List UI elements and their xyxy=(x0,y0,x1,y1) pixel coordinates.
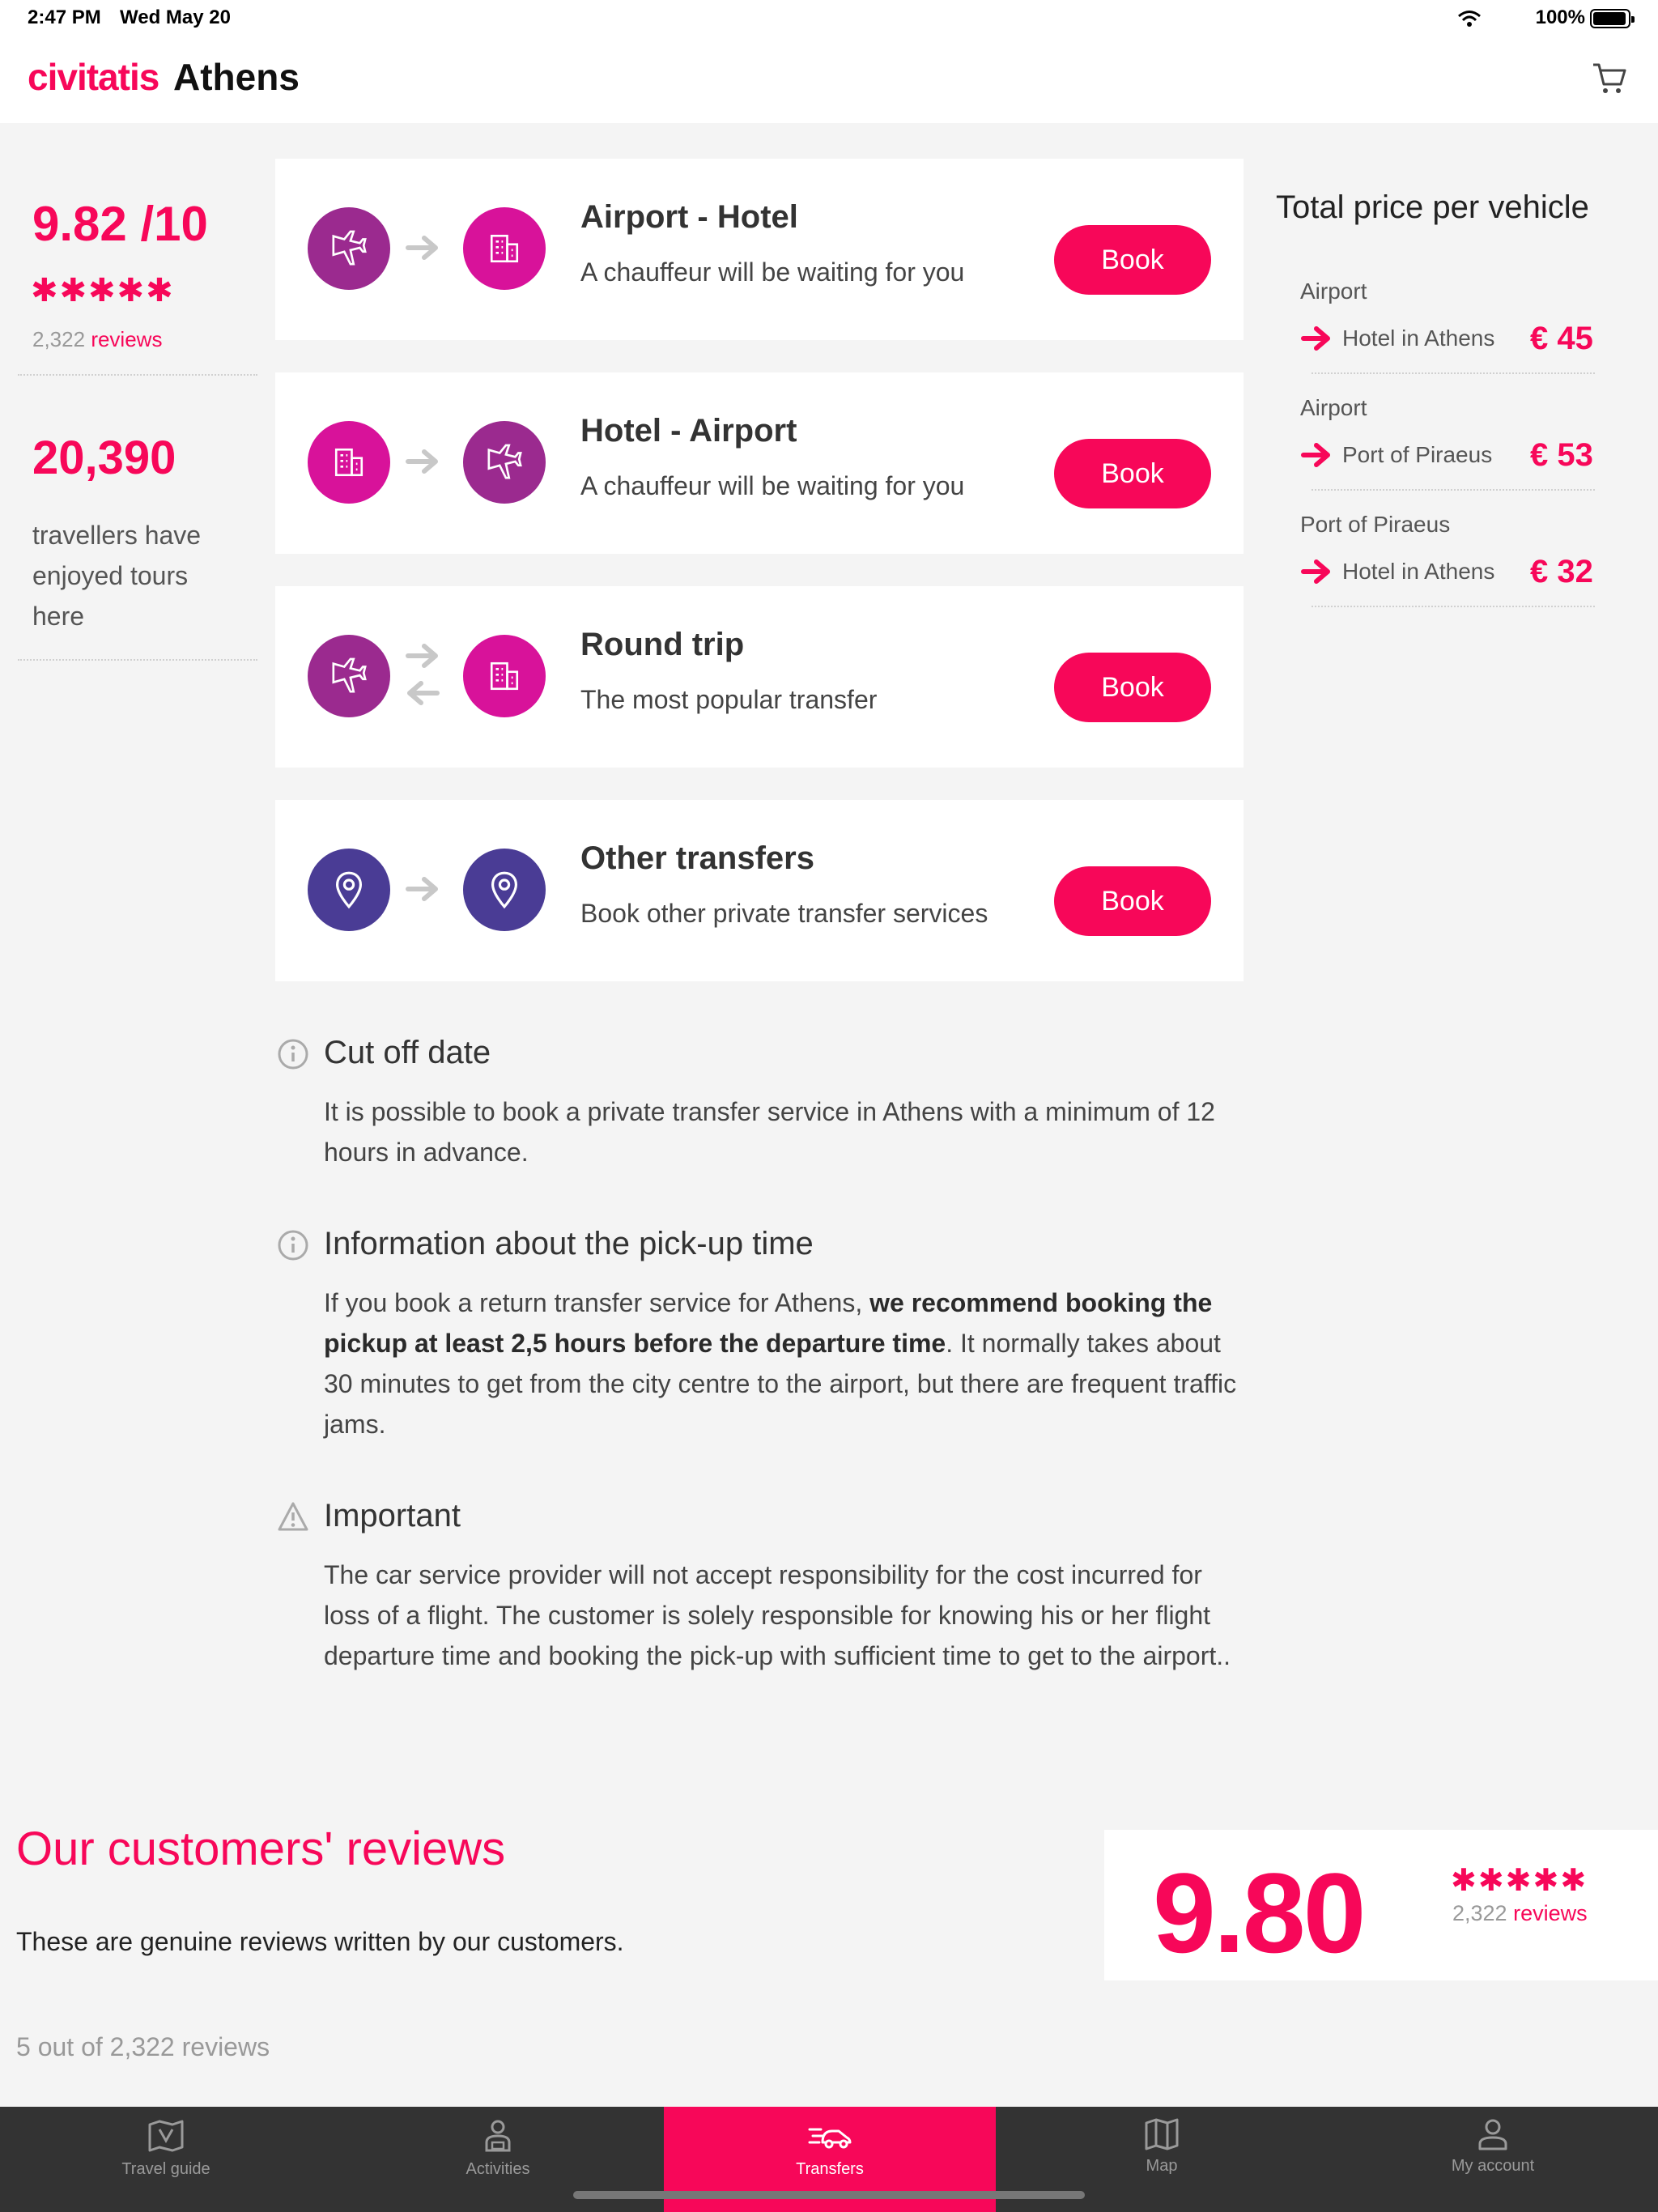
activities-icon xyxy=(485,2120,511,2152)
route-destination: Hotel in Athens xyxy=(1342,559,1495,584)
arrow-right-icon xyxy=(406,877,438,901)
route-to: Port of Piraeus xyxy=(1300,440,1492,470)
reviews-link[interactable]: reviews xyxy=(91,327,162,351)
card-subtitle: A chauffeur will be waiting for you xyxy=(580,471,965,500)
info-icon xyxy=(278,1230,308,1261)
building-icon xyxy=(463,207,546,290)
divider xyxy=(18,659,257,661)
status-time: 2:47 PM xyxy=(28,6,101,28)
rating-score: 9.82 /10 xyxy=(32,197,208,251)
card-subtitle: The most popular transfer xyxy=(580,685,878,714)
map-icon xyxy=(1145,2118,1179,2150)
battery-icon xyxy=(1590,9,1635,28)
reviews-count-number: 2,322 xyxy=(32,327,86,351)
card-title: Other transfers xyxy=(580,840,814,876)
arrow-right-icon xyxy=(406,236,438,260)
price-panel-title: Total price per vehicle xyxy=(1276,189,1589,225)
pickup-text-part: If you book a return transfer service fo… xyxy=(324,1288,870,1317)
important-text: The car service provider will not accept… xyxy=(324,1560,1231,1670)
book-button-airport-hotel[interactable]: Book xyxy=(1054,225,1211,295)
book-button-round-trip[interactable]: Book xyxy=(1054,653,1211,722)
book-button-hotel-airport[interactable]: Book xyxy=(1054,439,1211,508)
route-from: Airport xyxy=(1300,395,1367,420)
cutoff-title: Cut off date xyxy=(324,1035,491,1070)
status-battery-text: 100% xyxy=(1535,6,1585,28)
reviews-title: Our customers' reviews xyxy=(16,1823,506,1875)
transfer-card-round-trip[interactable]: Round trip The most popular transfer Boo… xyxy=(275,586,1244,768)
book-button-other-transfers[interactable]: Book xyxy=(1054,866,1211,936)
route-price: € 45 xyxy=(1530,321,1593,356)
info-icon xyxy=(278,1039,308,1070)
reviews-count[interactable]: 2,322 reviews xyxy=(32,327,162,352)
tab-my-account[interactable]: My account xyxy=(1328,2107,1658,2212)
card-title: Round trip xyxy=(580,627,745,662)
overall-reviews-number: 2,322 xyxy=(1452,1901,1507,1925)
overall-score: 9.80 xyxy=(1153,1849,1366,1976)
tab-travel-guide[interactable]: Travel guide xyxy=(0,2107,332,2212)
overall-stars: ✱✱✱✱✱ xyxy=(1451,1864,1588,1898)
divider xyxy=(1312,606,1595,607)
divider xyxy=(1312,489,1595,491)
cart-icon[interactable] xyxy=(1592,62,1627,96)
route-to: Hotel in Athens xyxy=(1300,557,1494,586)
round-trip-arrows-icon xyxy=(406,644,440,705)
travellers-count: 20,390 xyxy=(32,432,176,484)
card-subtitle: A chauffeur will be waiting for you xyxy=(580,257,965,287)
divider xyxy=(1312,372,1595,374)
tab-label: My account xyxy=(1451,2157,1535,2175)
tab-label: Travel guide xyxy=(121,2160,210,2178)
tab-label: Map xyxy=(1146,2157,1178,2175)
wifi-icon xyxy=(1458,11,1481,27)
transfer-card-hotel-airport[interactable]: Hotel - Airport A chauffeur will be wait… xyxy=(275,372,1244,554)
divider xyxy=(18,374,257,376)
card-title: Airport - Hotel xyxy=(580,199,798,235)
overall-reviews-link[interactable]: reviews xyxy=(1513,1901,1588,1925)
route-from: Port of Piraeus xyxy=(1300,512,1451,537)
rating-stars: ✱✱✱✱✱ xyxy=(31,273,175,308)
tab-label: Transfers xyxy=(796,2160,864,2178)
card-subtitle: Book other private transfer services xyxy=(580,899,988,928)
transfer-card-other[interactable]: Other transfers Book other private trans… xyxy=(275,800,1244,981)
guide-icon xyxy=(148,2120,184,2152)
route-price: € 53 xyxy=(1530,437,1593,473)
brand-logo[interactable]: civitatis xyxy=(28,55,159,99)
cutoff-text: It is possible to book a private transfe… xyxy=(324,1097,1215,1167)
important-title: Important xyxy=(324,1498,461,1534)
account-icon xyxy=(1478,2119,1507,2150)
pickup-title: Information about the pick-up time xyxy=(324,1226,814,1261)
overall-score-box: 9.80 ✱✱✱✱✱ 2,322 reviews xyxy=(1104,1830,1658,1980)
route-price: € 32 xyxy=(1530,554,1593,589)
overall-reviews-count[interactable]: 2,322 reviews xyxy=(1452,1901,1588,1926)
building-icon xyxy=(463,635,546,717)
status-date: Wed May 20 xyxy=(120,6,231,28)
plane-icon xyxy=(308,207,390,290)
arrow-right-icon xyxy=(1301,559,1330,584)
route-destination: Port of Piraeus xyxy=(1342,442,1493,467)
reviews-subtitle: These are genuine reviews written by our… xyxy=(16,1927,624,1956)
route-destination: Hotel in Athens xyxy=(1342,325,1495,351)
arrow-right-icon xyxy=(1301,326,1330,351)
tab-label: Activities xyxy=(466,2160,530,2178)
plane-icon xyxy=(463,421,546,504)
page-title: Athens xyxy=(173,56,300,98)
building-icon xyxy=(308,421,390,504)
arrow-right-icon xyxy=(406,449,438,474)
location-pin-icon xyxy=(463,849,546,931)
transfer-card-airport-hotel[interactable]: Airport - Hotel A chauffeur will be wait… xyxy=(275,159,1244,340)
card-title: Hotel - Airport xyxy=(580,413,797,449)
plane-icon xyxy=(308,635,390,717)
reviews-shown-count: 5 out of 2,322 reviews xyxy=(16,2032,270,2061)
arrow-right-icon xyxy=(1301,443,1330,467)
home-indicator[interactable] xyxy=(573,2191,1085,2199)
travellers-text: travellers have enjoyed tours here xyxy=(32,521,202,631)
route-from: Airport xyxy=(1300,279,1367,304)
warning-icon xyxy=(278,1502,308,1531)
pickup-text: If you book a return transfer service fo… xyxy=(324,1283,1255,1444)
location-pin-icon xyxy=(308,849,390,931)
transfers-icon xyxy=(808,2128,852,2149)
route-to: Hotel in Athens xyxy=(1300,324,1494,353)
